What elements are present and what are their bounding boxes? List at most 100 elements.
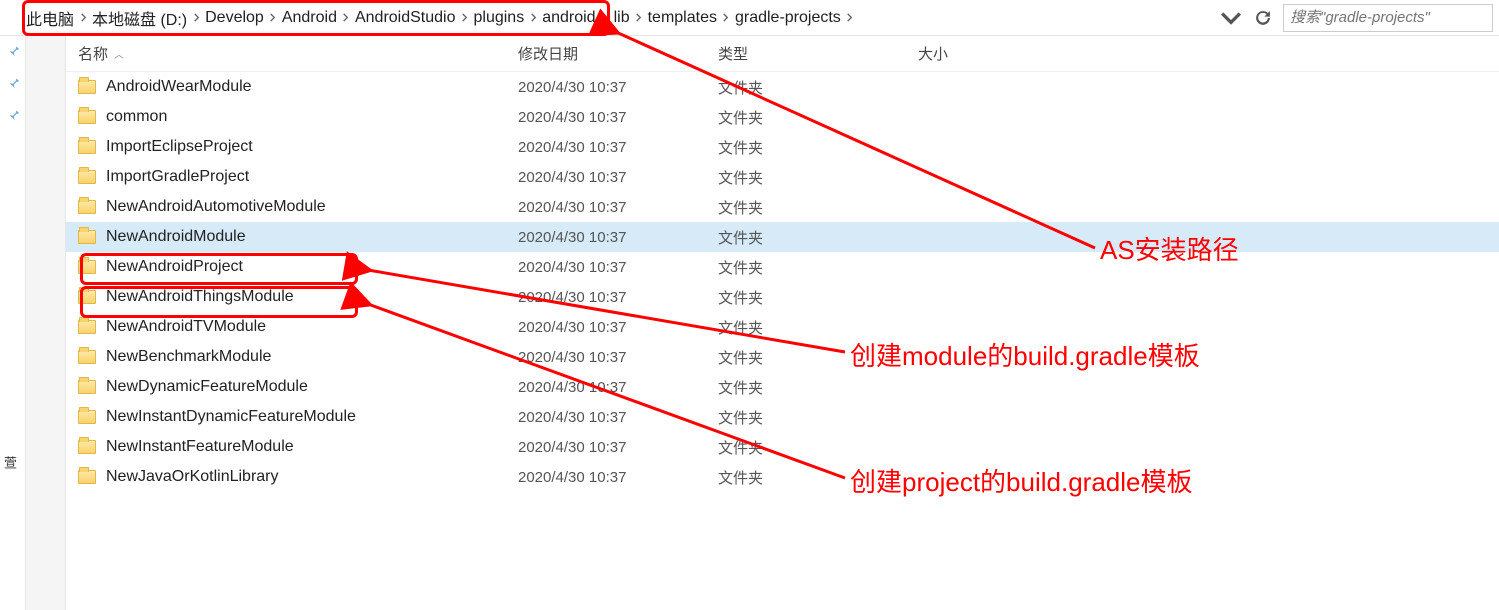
chevron-right-icon[interactable] — [458, 11, 472, 25]
cell-type: 文件夹 — [718, 317, 918, 338]
chevron-right-icon[interactable] — [339, 11, 353, 25]
breadcrumb-segment[interactable]: lib — [612, 9, 632, 27]
folder-icon — [78, 320, 96, 334]
file-name: NewAndroidModule — [106, 228, 246, 246]
folder-icon — [78, 470, 96, 484]
folder-icon — [78, 230, 96, 244]
breadcrumb-segment[interactable]: AndroidStudio — [353, 9, 458, 27]
cell-modified: 2020/4/30 10:37 — [518, 349, 718, 366]
table-row[interactable]: NewAndroidAutomotiveModule2020/4/30 10:3… — [66, 192, 1499, 222]
table-row[interactable]: NewJavaOrKotlinLibrary2020/4/30 10:37文件夹 — [66, 462, 1499, 492]
column-modified[interactable]: 修改日期 — [518, 43, 718, 64]
cell-name: NewAndroidProject — [78, 258, 518, 276]
file-name: ImportEclipseProject — [106, 138, 253, 156]
table-row[interactable]: NewBenchmarkModule 2020/4/30 10:37文件夹 — [66, 342, 1499, 372]
chevron-right-icon[interactable] — [719, 11, 733, 25]
breadcrumb-segment[interactable]: android — [540, 9, 597, 27]
cell-type: 文件夹 — [718, 77, 918, 98]
refresh-button[interactable] — [1251, 6, 1275, 30]
cell-name: common — [78, 108, 518, 126]
column-size[interactable]: 大小 — [918, 43, 1038, 64]
folder-icon — [78, 140, 96, 154]
cell-type: 文件夹 — [718, 167, 918, 188]
table-row[interactable]: ImportGradleProject2020/4/30 10:37文件夹 — [66, 162, 1499, 192]
chevron-right-icon[interactable] — [526, 11, 540, 25]
chevron-right-icon[interactable] — [266, 11, 280, 25]
column-name-label: 名称 — [78, 43, 108, 64]
cell-name: ImportEclipseProject — [78, 138, 518, 156]
quick-access-label: 萱 — [0, 136, 19, 469]
folder-icon — [78, 80, 96, 94]
cell-modified: 2020/4/30 10:37 — [518, 79, 718, 96]
breadcrumb-segment[interactable]: Android — [280, 9, 339, 27]
table-row[interactable]: NewAndroidModule 2020/4/30 10:37文件夹 — [66, 222, 1499, 252]
table-row[interactable]: NewInstantDynamicFeatureModule2020/4/30 … — [66, 402, 1499, 432]
folder-icon — [78, 200, 96, 214]
pin-icon — [3, 72, 23, 92]
cell-type: 文件夹 — [718, 467, 918, 488]
chevron-right-icon[interactable] — [632, 11, 646, 25]
cell-name: ImportGradleProject — [78, 168, 518, 186]
cell-modified: 2020/4/30 10:37 — [518, 109, 718, 126]
cell-name: NewAndroidModule — [78, 228, 518, 246]
pin-icon — [3, 104, 23, 124]
cell-type: 文件夹 — [718, 437, 918, 458]
table-row[interactable]: NewDynamicFeatureModule 2020/4/30 10:37文件… — [66, 372, 1499, 402]
cell-modified: 2020/4/30 10:37 — [518, 379, 718, 396]
cell-type: 文件夹 — [718, 257, 918, 278]
cell-type: 文件夹 — [718, 227, 918, 248]
cell-type: 文件夹 — [718, 347, 918, 368]
table-row[interactable]: NewAndroidThingsModule2020/4/30 10:37文件夹 — [66, 282, 1499, 312]
folder-icon — [78, 380, 96, 394]
cell-modified: 2020/4/30 10:37 — [518, 199, 718, 216]
table-row[interactable]: common2020/4/30 10:37文件夹 — [66, 102, 1499, 132]
file-name: NewDynamicFeatureModule — [106, 378, 308, 396]
quick-access-strip: 萱 — [0, 36, 26, 610]
breadcrumb-segment[interactable]: Develop — [203, 9, 266, 27]
table-row[interactable]: NewAndroidProject2020/4/30 10:37文件夹 — [66, 252, 1499, 282]
folder-icon — [78, 440, 96, 454]
file-name: AndroidWearModule — [106, 78, 252, 96]
pin-icon — [3, 40, 23, 60]
folder-icon — [78, 260, 96, 274]
file-name: NewJavaOrKotlinLibrary — [106, 468, 279, 486]
cell-type: 文件夹 — [718, 287, 918, 308]
column-name[interactable]: 名称 ︿ — [78, 43, 518, 64]
cell-name: NewInstantFeatureModule — [78, 438, 518, 456]
file-name: ImportGradleProject — [106, 168, 249, 186]
cell-modified: 2020/4/30 10:37 — [518, 319, 718, 336]
file-name: common — [106, 108, 167, 126]
cell-modified: 2020/4/30 10:37 — [518, 229, 718, 246]
search-input[interactable] — [1283, 4, 1493, 32]
table-row[interactable]: ImportEclipseProject2020/4/30 10:37文件夹 — [66, 132, 1499, 162]
table-row[interactable]: AndroidWearModule 2020/4/30 10:37文件夹 — [66, 72, 1499, 102]
breadcrumb-segment[interactable]: 此电脑 — [24, 6, 76, 30]
chevron-right-icon[interactable] — [189, 11, 203, 25]
chevron-right-icon[interactable] — [76, 11, 90, 25]
breadcrumb-segment[interactable]: gradle-projects — [733, 9, 843, 27]
address-bar: 此电脑本地磁盘 (D:) Develop Android AndroidStudio p… — [0, 0, 1499, 36]
breadcrumb-segment[interactable]: templates — [646, 9, 719, 27]
folder-icon — [78, 290, 96, 304]
folder-icon — [78, 410, 96, 424]
table-row[interactable]: NewInstantFeatureModule2020/4/30 10:37文件… — [66, 432, 1499, 462]
file-name: NewAndroidTVModule — [106, 318, 266, 336]
history-dropdown[interactable] — [1219, 6, 1243, 30]
cell-modified: 2020/4/30 10:37 — [518, 289, 718, 306]
cell-name: NewInstantDynamicFeatureModule — [78, 408, 518, 426]
column-headers: 名称 ︿ 修改日期 类型 大小 — [66, 36, 1499, 72]
breadcrumb-segment[interactable]: plugins — [472, 9, 527, 27]
chevron-right-icon[interactable] — [843, 11, 857, 25]
file-panel: 名称 ︿ 修改日期 类型 大小 AndroidWearModule 2020/4/… — [26, 36, 1499, 610]
cell-type: 文件夹 — [718, 377, 918, 398]
chevron-right-icon[interactable] — [598, 11, 612, 25]
breadcrumb[interactable]: 此电脑本地磁盘 (D:) Develop Android AndroidStudio p… — [24, 0, 1215, 35]
breadcrumb-segment[interactable]: 本地磁盘 (D:) — [90, 6, 189, 30]
column-type[interactable]: 类型 — [718, 43, 918, 64]
table-row[interactable]: NewAndroidTVModule 2020/4/30 10:37文件夹 — [66, 312, 1499, 342]
cell-type: 文件夹 — [718, 197, 918, 218]
folder-icon — [78, 110, 96, 124]
file-name: NewBenchmarkModule — [106, 348, 271, 366]
file-list: AndroidWearModule2020/4/30 10:37文件夹commo… — [66, 72, 1499, 492]
file-name: NewInstantFeatureModule — [106, 438, 294, 456]
